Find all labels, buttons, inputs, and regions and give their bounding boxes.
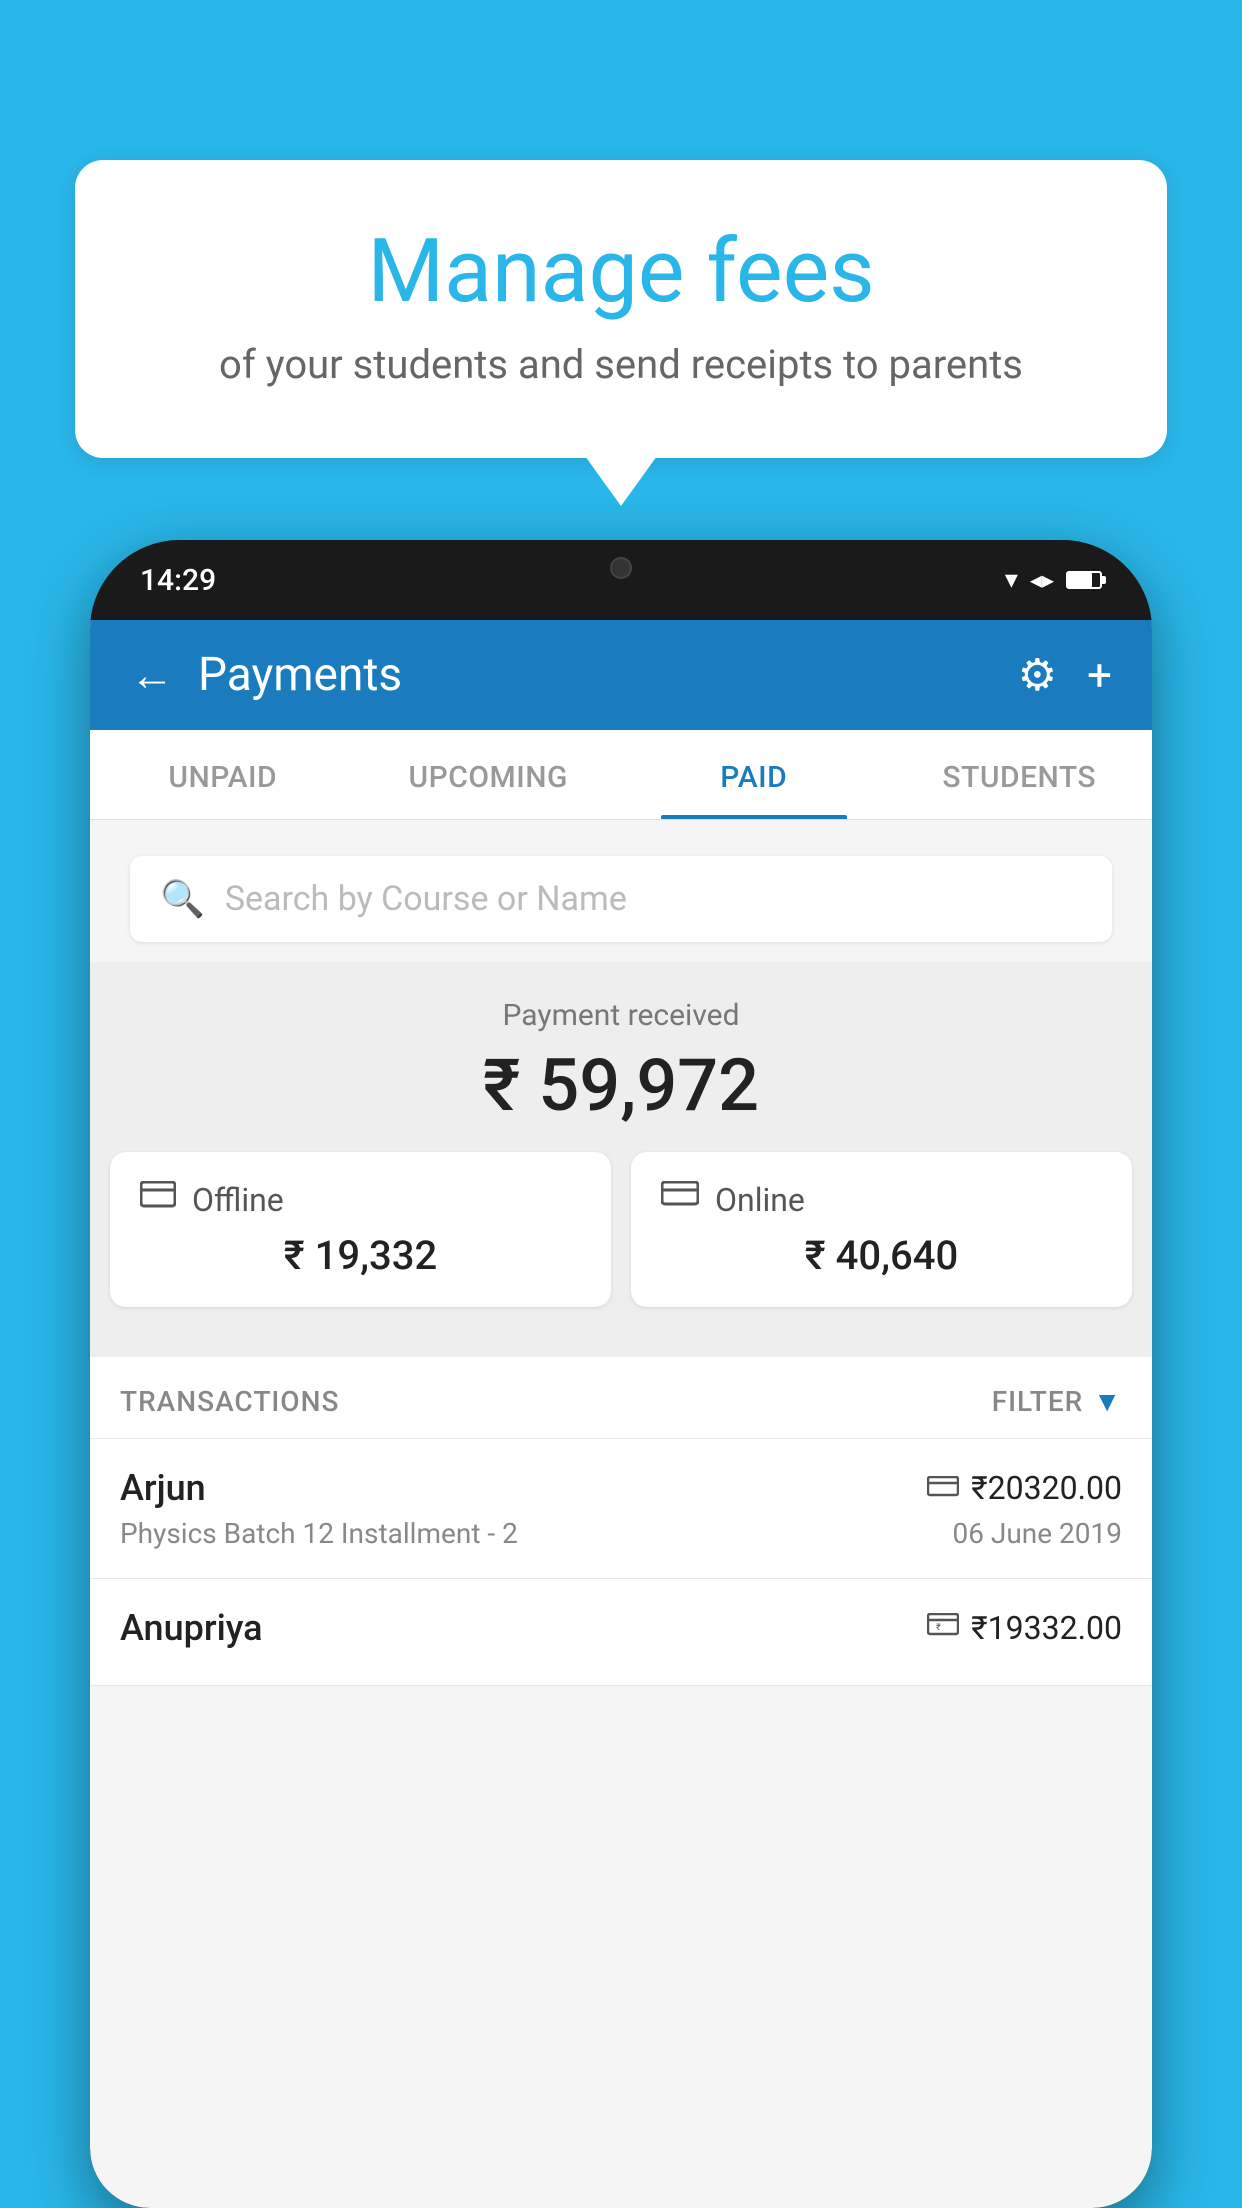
transactions-header: TRANSACTIONS FILTER ▼ bbox=[90, 1357, 1152, 1439]
header-left: ← Payments bbox=[130, 648, 402, 702]
payment-received-section: Payment received ₹ 59,972 Offline ₹ bbox=[90, 962, 1152, 1357]
offline-amount: ₹ 19,332 bbox=[140, 1232, 581, 1279]
bubble-title: Manage fees bbox=[155, 220, 1087, 323]
svg-text:₹: ₹ bbox=[936, 1623, 941, 1633]
filter-button[interactable]: FILTER ▼ bbox=[992, 1385, 1122, 1418]
offline-card-header: Offline bbox=[140, 1180, 581, 1220]
battery-fill bbox=[1068, 573, 1092, 587]
transaction-amount-2: ₹19332.00 bbox=[971, 1609, 1122, 1647]
header-right: ⚙ + bbox=[1018, 649, 1112, 701]
online-card: Online ₹ 40,640 bbox=[631, 1152, 1132, 1307]
transaction-amount-wrap-1: ₹20320.00 bbox=[927, 1469, 1122, 1507]
phone-notch bbox=[531, 540, 711, 595]
online-label: Online bbox=[715, 1181, 805, 1219]
status-time: 14:29 bbox=[140, 563, 216, 598]
transactions-label: TRANSACTIONS bbox=[120, 1385, 339, 1418]
status-bar: 14:29 ▾ ◂▸ bbox=[90, 540, 1152, 620]
signal-icon: ◂▸ bbox=[1030, 566, 1054, 594]
back-button[interactable]: ← bbox=[130, 649, 174, 701]
add-icon[interactable]: + bbox=[1087, 649, 1112, 701]
tabs-bar: UNPAID UPCOMING PAID STUDENTS bbox=[90, 730, 1152, 820]
offline-card: Offline ₹ 19,332 bbox=[110, 1152, 611, 1307]
transaction-amount-1: ₹20320.00 bbox=[971, 1469, 1122, 1507]
online-amount: ₹ 40,640 bbox=[661, 1232, 1102, 1279]
gear-icon[interactable]: ⚙ bbox=[1018, 649, 1057, 701]
online-card-header: Online bbox=[661, 1180, 1102, 1220]
filter-icon: ▼ bbox=[1093, 1385, 1122, 1418]
search-input[interactable]: Search by Course or Name bbox=[225, 879, 627, 919]
offline-icon bbox=[140, 1180, 176, 1220]
status-icons: ▾ ◂▸ bbox=[1005, 565, 1102, 595]
transaction-top-1: Arjun ₹20320.00 bbox=[120, 1467, 1122, 1509]
transaction-bottom-1: Physics Batch 12 Installment - 2 06 June… bbox=[120, 1517, 1122, 1550]
tab-paid[interactable]: PAID bbox=[621, 730, 887, 819]
transaction-top-2: Anupriya ₹ ₹19332.00 bbox=[120, 1607, 1122, 1649]
payment-received-label: Payment received bbox=[90, 998, 1152, 1033]
app-header: ← Payments ⚙ + bbox=[90, 620, 1152, 730]
transaction-amount-wrap-2: ₹ ₹19332.00 bbox=[927, 1609, 1122, 1647]
transaction-name-2: Anupriya bbox=[120, 1607, 263, 1649]
transaction-course-1: Physics Batch 12 Installment - 2 bbox=[120, 1517, 518, 1550]
transaction-name-1: Arjun bbox=[120, 1467, 206, 1509]
transaction-row-2[interactable]: Anupriya ₹ ₹19332.00 bbox=[90, 1579, 1152, 1686]
offline-label: Offline bbox=[192, 1181, 284, 1219]
transaction-date-1: 06 June 2019 bbox=[952, 1517, 1122, 1550]
wifi-icon: ▾ bbox=[1005, 565, 1018, 595]
transaction-icon-1 bbox=[927, 1472, 959, 1505]
tab-unpaid[interactable]: UNPAID bbox=[90, 730, 356, 819]
battery-icon bbox=[1066, 571, 1102, 589]
page-title: Payments bbox=[198, 648, 402, 702]
phone-screen: ← Payments ⚙ + UNPAID UPCOMING PAID STUD… bbox=[90, 620, 1152, 2208]
search-bar[interactable]: 🔍 Search by Course or Name bbox=[130, 856, 1112, 942]
tab-upcoming[interactable]: UPCOMING bbox=[356, 730, 622, 819]
tab-students[interactable]: STUDENTS bbox=[887, 730, 1153, 819]
payment-received-amount: ₹ 59,972 bbox=[90, 1043, 1152, 1128]
bubble-subtitle: of your students and send receipts to pa… bbox=[155, 341, 1087, 388]
search-icon: 🔍 bbox=[160, 878, 205, 920]
phone-frame: 14:29 ▾ ◂▸ ← Payments ⚙ + UNPAID bbox=[90, 540, 1152, 2208]
speech-bubble: Manage fees of your students and send re… bbox=[75, 160, 1167, 458]
payment-cards: Offline ₹ 19,332 Online ₹ 4 bbox=[90, 1152, 1152, 1327]
camera-dot bbox=[610, 557, 632, 579]
online-icon bbox=[661, 1180, 699, 1220]
transaction-row[interactable]: Arjun ₹20320.00 Physics Batch 12 Install… bbox=[90, 1439, 1152, 1579]
transaction-icon-2: ₹ bbox=[927, 1613, 959, 1643]
speech-bubble-container: Manage fees of your students and send re… bbox=[75, 160, 1167, 458]
filter-label: FILTER bbox=[992, 1385, 1084, 1418]
